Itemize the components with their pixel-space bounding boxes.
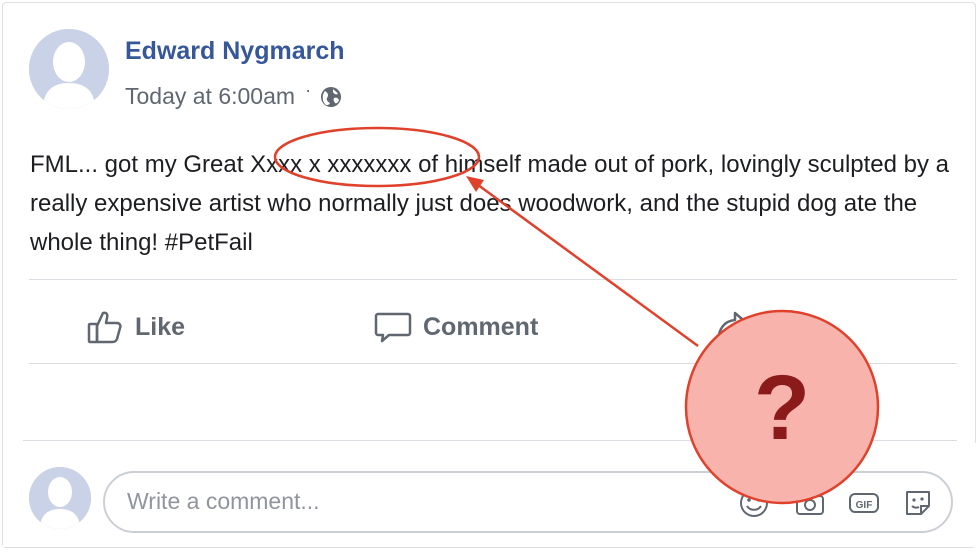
commenter-avatar	[29, 467, 91, 529]
meta-separator: ·	[305, 80, 312, 100]
like-button[interactable]: Like	[85, 305, 185, 349]
post-meta: Today at 6:00am ·	[125, 80, 343, 110]
post-text-highlight: Xxxx x xxxxxxx	[250, 151, 412, 178]
svg-text:GIF: GIF	[856, 500, 873, 511]
gif-icon[interactable]: GIF	[847, 486, 881, 520]
post-time[interactable]: Today at 6:00am	[125, 83, 295, 110]
author-name[interactable]: Edward Nygmarch	[125, 37, 345, 66]
comment-placeholder: Write a comment...	[127, 488, 320, 514]
globe-icon[interactable]	[319, 85, 343, 109]
like-label: Like	[135, 312, 186, 341]
question-mark: ?	[753, 356, 811, 459]
thumbs-up-icon	[87, 311, 122, 344]
comment-label: Comment	[423, 312, 539, 341]
sticker-icon[interactable]	[901, 486, 935, 520]
emoji-icon[interactable]	[737, 486, 771, 520]
post-text: FML... got my Great Xxxx x xxxxxxx of hi…	[30, 145, 950, 262]
speech-bubble-icon	[374, 312, 412, 343]
post-text-before: FML... got my Great	[30, 151, 251, 178]
comment-button[interactable]: Comment	[373, 305, 538, 349]
actions-top-divider	[29, 279, 957, 280]
camera-icon[interactable]	[793, 486, 827, 520]
author-avatar[interactable]	[29, 29, 109, 109]
